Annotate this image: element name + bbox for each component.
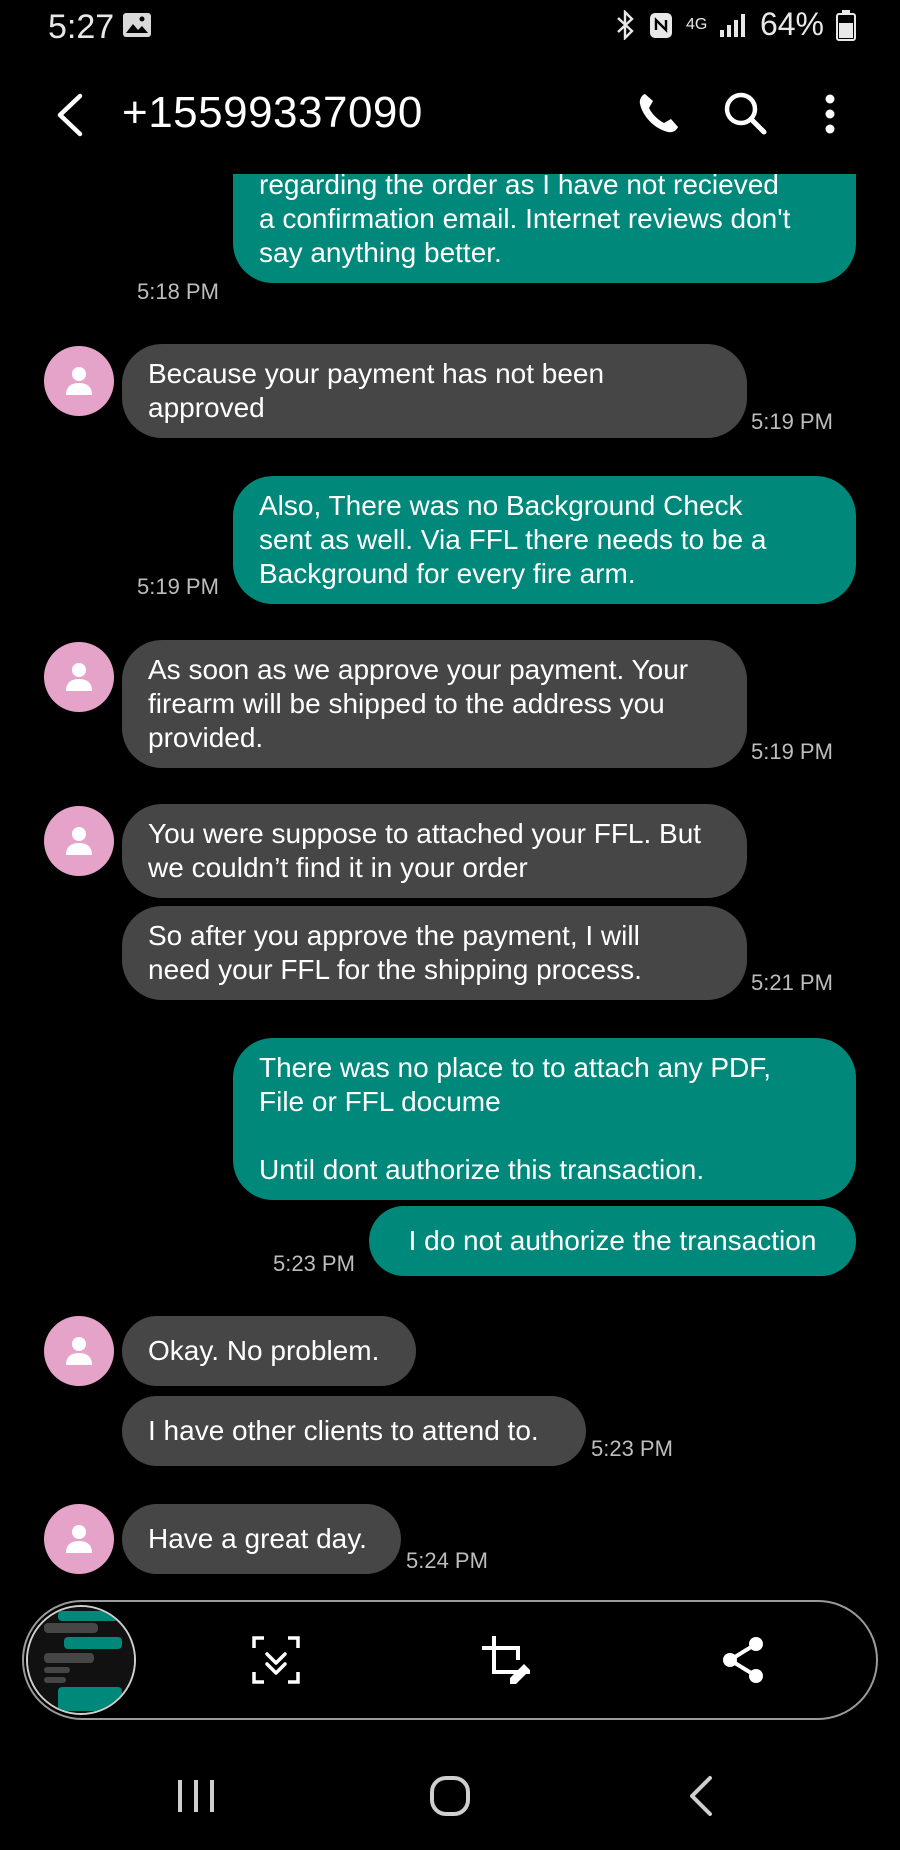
incoming-message[interactable]: Have a great day. — [122, 1504, 401, 1574]
message-time: 5:23 PM — [591, 1436, 673, 1461]
crop-edit-icon[interactable] — [480, 1634, 532, 1686]
share-icon[interactable] — [718, 1634, 770, 1686]
person-icon — [66, 1337, 92, 1365]
incoming-message[interactable]: As soon as we approve your payment. Your… — [122, 640, 747, 768]
status-icons: 4G 64% — [614, 6, 856, 43]
conversation-header: +15599337090 — [0, 80, 900, 152]
contact-avatar[interactable] — [44, 346, 114, 416]
person-icon — [66, 367, 92, 395]
network-type: 4G — [685, 15, 708, 33]
search-icon[interactable] — [722, 90, 768, 136]
person-icon — [66, 1525, 92, 1553]
battery-percent: 64% — [759, 6, 824, 42]
battery-icon — [836, 9, 856, 41]
outgoing-message[interactable]: out by phone and email numerous times, r… — [233, 174, 856, 283]
contact-number: +15599337090 — [122, 88, 423, 137]
phone-call-icon[interactable] — [636, 90, 682, 136]
back-nav-icon[interactable] — [678, 1772, 726, 1820]
nfc-icon — [649, 12, 672, 38]
message-time: 5:19 PM — [751, 409, 833, 434]
person-icon — [66, 663, 92, 691]
message-time: 5:21 PM — [751, 970, 833, 995]
contact-avatar[interactable] — [44, 1316, 114, 1386]
screenshot-thumbnail[interactable] — [26, 1605, 136, 1715]
signal-icon — [719, 13, 745, 37]
status-time: 5:27 — [48, 8, 115, 46]
recent-apps-icon[interactable] — [172, 1772, 220, 1820]
status-bar: 5:27 4G 64% — [0, 0, 900, 56]
outgoing-message[interactable]: I do not authorize the transaction — [369, 1206, 856, 1276]
back-arrow-icon[interactable] — [50, 92, 90, 138]
incoming-message[interactable]: Because your payment has not been approv… — [122, 344, 747, 438]
incoming-message[interactable]: I have other clients to attend to. — [122, 1396, 586, 1466]
incoming-message[interactable]: So after you approve the payment, I will… — [122, 906, 747, 1000]
gallery-notification-icon — [123, 13, 151, 37]
contact-avatar[interactable] — [44, 642, 114, 712]
message-time: 5:19 PM — [137, 574, 219, 599]
outgoing-message[interactable]: Also, There was no Background Check sent… — [233, 476, 856, 604]
message-time: 5:24 PM — [406, 1548, 488, 1573]
more-options-icon[interactable] — [818, 92, 842, 136]
contact-avatar[interactable] — [44, 1504, 114, 1574]
incoming-message[interactable]: You were suppose to attached your FFL. B… — [122, 804, 747, 898]
home-icon[interactable] — [426, 1772, 474, 1820]
thumbnail-preview-image — [28, 1607, 134, 1713]
message-time: 5:18 PM — [137, 279, 219, 304]
person-icon — [66, 827, 92, 855]
contact-avatar[interactable] — [44, 806, 114, 876]
message-list[interactable]: out by phone and email numerous times, r… — [0, 174, 900, 1590]
incoming-message[interactable]: Okay. No problem. — [122, 1316, 416, 1386]
message-time: 5:19 PM — [751, 739, 833, 764]
scroll-capture-icon[interactable] — [250, 1634, 302, 1686]
screenshot-toolbar — [22, 1600, 878, 1720]
system-navigation-bar — [0, 1760, 900, 1850]
outgoing-message[interactable]: There was no place to to attach any PDF,… — [233, 1038, 856, 1200]
bluetooth-icon — [617, 9, 634, 40]
message-time: 5:23 PM — [273, 1251, 355, 1276]
